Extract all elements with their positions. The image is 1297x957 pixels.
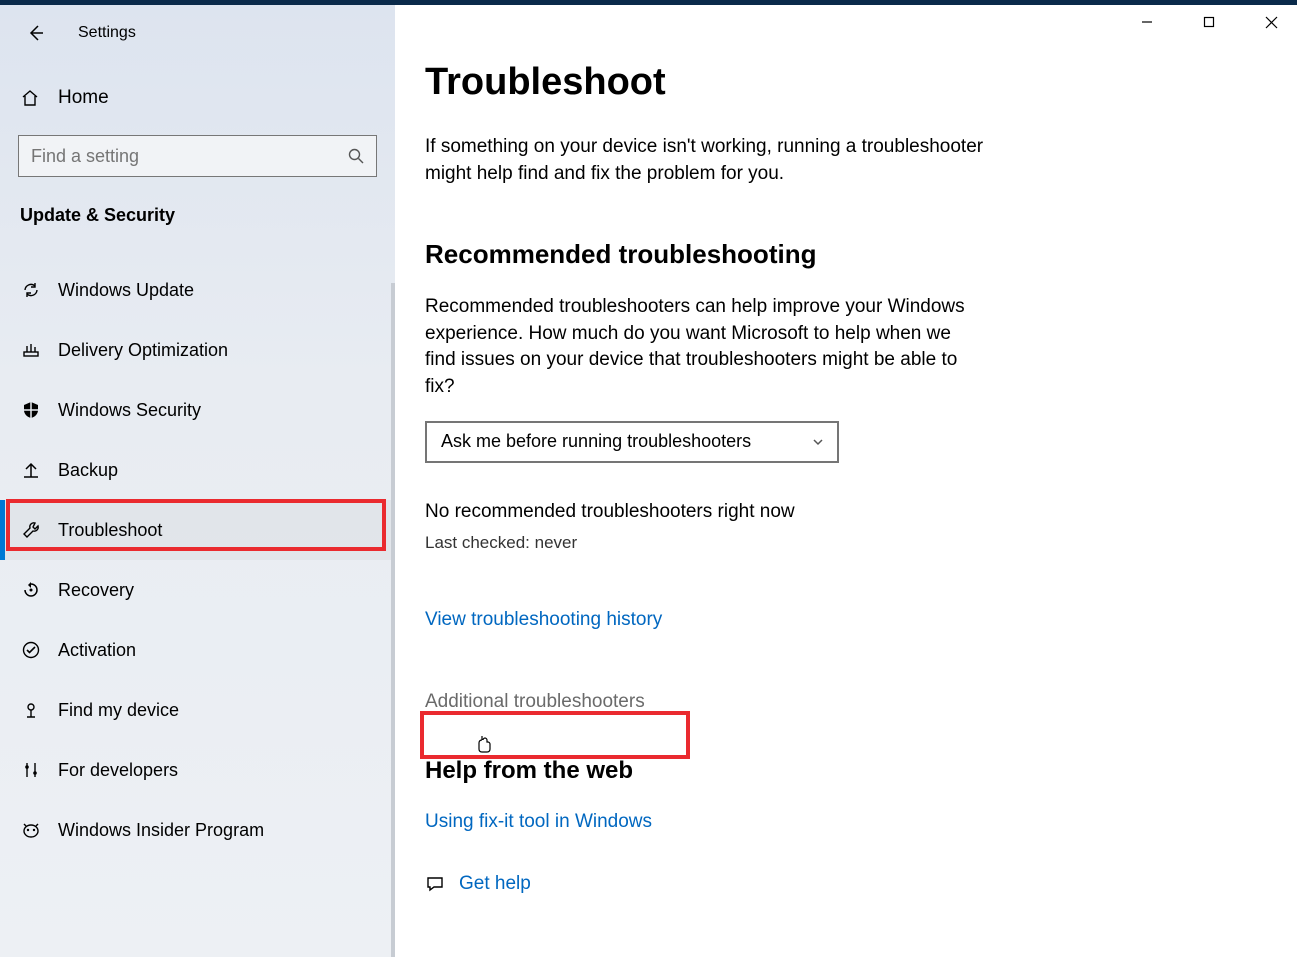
status-line: No recommended troubleshooters right now: [425, 501, 1257, 523]
nav-windows-update[interactable]: Windows Update: [0, 260, 395, 320]
last-checked: Last checked: never: [425, 533, 1257, 553]
category-header: Update & Security: [0, 177, 395, 236]
developer-icon: [20, 759, 42, 781]
history-link[interactable]: View troubleshooting history: [425, 609, 662, 631]
minimize-button[interactable]: [1129, 8, 1165, 36]
location-icon: [20, 699, 42, 721]
maximize-button[interactable]: [1191, 8, 1227, 36]
app-title: Settings: [78, 24, 136, 42]
shield-icon: [20, 399, 42, 421]
search-input[interactable]: [18, 135, 377, 177]
nav-label: Delivery Optimization: [58, 340, 228, 361]
nav-windows-insider[interactable]: Windows Insider Program: [0, 800, 395, 860]
nav-label: Recovery: [58, 580, 134, 601]
back-button[interactable]: [20, 18, 50, 48]
home-icon: [20, 88, 42, 108]
page-title: Troubleshoot: [425, 61, 1257, 104]
nav-label: Windows Security: [58, 400, 201, 421]
insider-icon: [20, 819, 42, 841]
troubleshoot-preference-dropdown[interactable]: Ask me before running troubleshooters: [425, 421, 839, 463]
nav-label: Activation: [58, 640, 136, 661]
recovery-icon: [20, 579, 42, 601]
nav-activation[interactable]: Activation: [0, 620, 395, 680]
wrench-icon: [20, 519, 42, 541]
help-title: Help from the web: [425, 757, 1257, 785]
additional-troubleshooters-link[interactable]: Additional troubleshooters: [425, 691, 645, 712]
nav-label: Windows Insider Program: [58, 820, 264, 841]
get-help-link[interactable]: Get help: [459, 873, 531, 895]
nav-windows-security[interactable]: Windows Security: [0, 380, 395, 440]
nav-delivery-optimization[interactable]: Delivery Optimization: [0, 320, 395, 380]
nav-recovery[interactable]: Recovery: [0, 560, 395, 620]
delivery-icon: [20, 339, 42, 361]
nav-label: For developers: [58, 760, 178, 781]
nav-label: Backup: [58, 460, 118, 481]
nav-troubleshoot[interactable]: Troubleshoot: [0, 500, 395, 560]
chat-icon: [425, 874, 445, 894]
recommended-text: Recommended troubleshooters can help imp…: [425, 294, 985, 400]
search-icon: [347, 147, 365, 165]
nav-label: Find my device: [58, 700, 179, 721]
nav-label: Windows Update: [58, 280, 194, 301]
intro-text: If something on your device isn't workin…: [425, 134, 985, 187]
nav-find-my-device[interactable]: Find my device: [0, 680, 395, 740]
chevron-down-icon: [811, 435, 825, 449]
dropdown-value: Ask me before running troubleshooters: [441, 431, 751, 452]
backup-icon: [20, 459, 42, 481]
check-circle-icon: [20, 639, 42, 661]
home-label: Home: [58, 87, 109, 109]
close-button[interactable]: [1253, 8, 1289, 36]
recommended-title: Recommended troubleshooting: [425, 239, 1257, 270]
home-nav[interactable]: Home: [0, 73, 395, 123]
sidebar: Settings Home Update & Security Windows …: [0, 5, 395, 957]
main-content: Troubleshoot If something on your device…: [395, 5, 1297, 957]
nav-label: Troubleshoot: [58, 520, 162, 541]
nav-backup[interactable]: Backup: [0, 440, 395, 500]
help-link[interactable]: Using fix-it tool in Windows: [425, 811, 652, 833]
sync-icon: [20, 279, 42, 301]
nav-for-developers[interactable]: For developers: [0, 740, 395, 800]
